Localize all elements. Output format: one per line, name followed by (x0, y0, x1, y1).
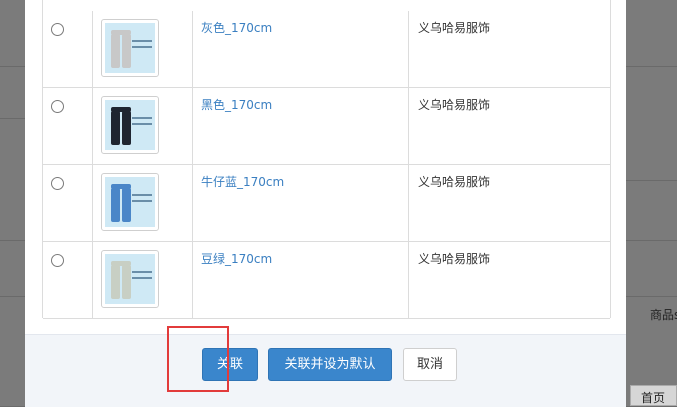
shop-cell: 义乌哈易服饰 (409, 242, 610, 318)
highlight-box (167, 326, 229, 392)
row-radio[interactable] (51, 177, 64, 190)
name-cell: 牛仔蓝_170cm (193, 165, 409, 241)
product-variant-link[interactable]: 灰色_170cm (201, 19, 272, 36)
table-row[interactable]: 灰色_170cm 义乌哈易服饰 (43, 11, 610, 88)
image-cell (93, 88, 193, 164)
background-divider (626, 240, 677, 241)
image-cell (93, 165, 193, 241)
row-radio[interactable] (51, 23, 64, 36)
image-cell (93, 11, 193, 87)
background-left-panel (0, 0, 25, 406)
shop-cell: 义乌哈易服饰 (409, 11, 610, 87)
image-cell (93, 242, 193, 318)
background-right-panel (626, 0, 677, 406)
product-variant-link[interactable]: 豆绿_170cm (201, 250, 272, 267)
background-divider (626, 66, 677, 67)
radio-cell (43, 11, 93, 87)
background-divider (0, 240, 25, 241)
shop-name: 义乌哈易服饰 (418, 98, 491, 112)
radio-cell (43, 165, 93, 241)
dialog-footer: 关联 关联并设为默认 取消 (25, 334, 626, 407)
radio-cell (43, 88, 93, 164)
product-thumbnail[interactable] (101, 173, 159, 231)
radio-cell (43, 242, 93, 318)
product-variant-link[interactable]: 牛仔蓝_170cm (201, 173, 284, 190)
associate-and-set-default-button[interactable]: 关联并设为默认 (268, 348, 392, 381)
shop-name: 义乌哈易服饰 (418, 252, 491, 266)
background-column-label: 商品s (650, 308, 677, 322)
background-divider (0, 66, 25, 67)
table-row[interactable]: 豆绿_170cm 义乌哈易服饰 (43, 242, 610, 319)
background-divider (626, 180, 677, 181)
shop-name: 义乌哈易服饰 (418, 175, 491, 189)
name-cell: 豆绿_170cm (193, 242, 409, 318)
first-page-button[interactable]: 首页 (630, 385, 677, 406)
product-thumbnail[interactable] (101, 250, 159, 308)
associate-product-dialog: 灰色_170cm 义乌哈易服饰 黑色_170cm 义乌哈易服饰 牛仔蓝_170c… (25, 0, 626, 407)
row-radio[interactable] (51, 254, 64, 267)
product-thumbnail[interactable] (101, 19, 159, 77)
cancel-button[interactable]: 取消 (403, 348, 457, 381)
background-divider (626, 296, 677, 297)
table-row[interactable]: 牛仔蓝_170cm 义乌哈易服饰 (43, 165, 610, 242)
background-divider (0, 296, 25, 297)
shop-cell: 义乌哈易服饰 (409, 88, 610, 164)
product-table: 灰色_170cm 义乌哈易服饰 黑色_170cm 义乌哈易服饰 牛仔蓝_170c… (42, 0, 611, 319)
name-cell: 黑色_170cm (193, 88, 409, 164)
product-variant-link[interactable]: 黑色_170cm (201, 96, 272, 113)
background-divider (0, 118, 25, 119)
row-radio[interactable] (51, 100, 64, 113)
shop-name: 义乌哈易服饰 (418, 21, 491, 35)
name-cell: 灰色_170cm (193, 11, 409, 87)
product-thumbnail[interactable] (101, 96, 159, 154)
shop-cell: 义乌哈易服饰 (409, 165, 610, 241)
table-row[interactable]: 黑色_170cm 义乌哈易服饰 (43, 88, 610, 165)
